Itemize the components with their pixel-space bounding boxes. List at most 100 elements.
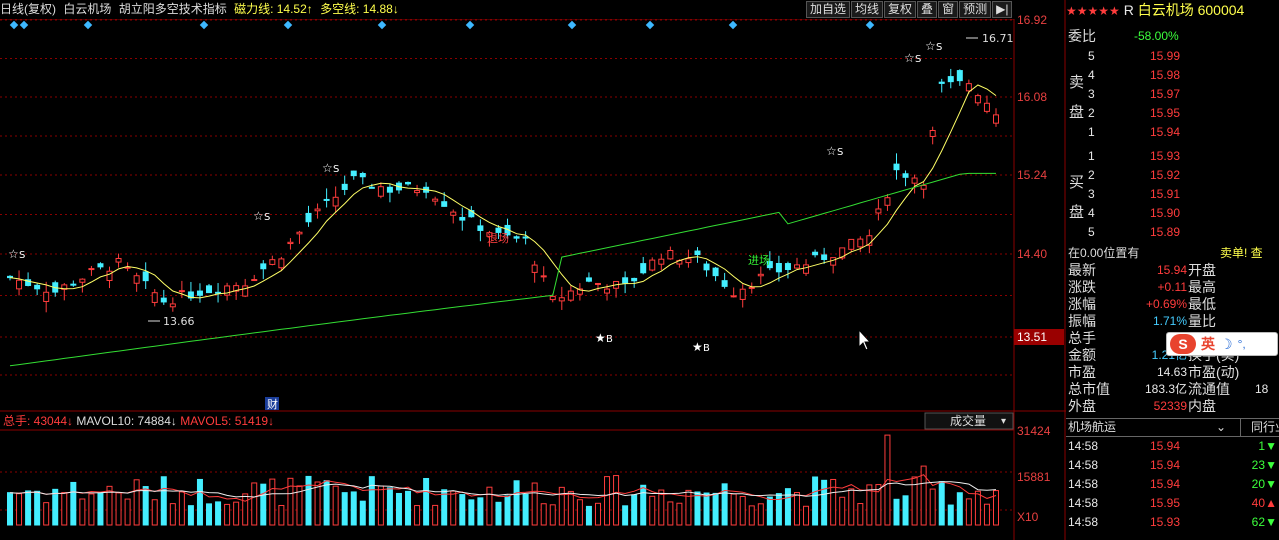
weibi-label: 委比 — [1068, 28, 1096, 44]
volume-bar — [34, 490, 41, 526]
candle-body — [830, 257, 837, 266]
bid-row[interactable]: 5 15.89 — [1066, 224, 1279, 241]
candle-body — [341, 183, 348, 190]
ime-mode[interactable]: 英 — [1201, 334, 1215, 354]
punct-icon[interactable]: °, — [1238, 337, 1246, 351]
rating-stars: ★★★★★ — [1066, 4, 1120, 18]
volume-header-item: 总手: 43044 — [3, 414, 67, 428]
bid-level: 3 — [1088, 187, 1095, 201]
candle-body — [757, 273, 764, 277]
ask-level: 2 — [1088, 106, 1095, 120]
volume-bar — [513, 480, 520, 526]
volume-bar — [341, 492, 348, 526]
volume-bar — [124, 498, 131, 526]
ask-row[interactable]: 1 15.94 — [1066, 124, 1279, 141]
industry-dropdown-icon[interactable]: ⌄ — [1216, 419, 1226, 436]
ask-level: 4 — [1088, 68, 1095, 82]
weibi-row: 委比 -58.00% — [1066, 28, 1279, 45]
volume-bar — [848, 488, 855, 526]
r-mark: R — [1123, 2, 1134, 18]
indicator-name: 胡立阳多空技术指标 — [118, 2, 227, 16]
tick-volume: 62 — [1251, 515, 1265, 529]
bid-level: 5 — [1088, 225, 1095, 239]
candle-body — [848, 238, 855, 250]
ask-row[interactable]: 5 15.99 — [1066, 48, 1279, 65]
volume-header: 总手: 43044↓ MAVOL10: 74884↓ MAVOL5: 51419… — [3, 414, 274, 428]
candle-body — [667, 249, 674, 260]
ime-toolbar[interactable]: S 英 ☽ °, — [1166, 332, 1278, 356]
volume-bar — [604, 476, 611, 526]
candle-body — [983, 102, 990, 112]
arrow-down-icon: ▼ — [1265, 458, 1277, 472]
forecast-button[interactable]: 预测 — [959, 1, 992, 18]
volume-bar — [531, 482, 538, 526]
volume-bar — [703, 492, 710, 526]
ime-logo-icon[interactable]: S — [1170, 334, 1196, 354]
ma-line-button[interactable]: 均线 — [851, 1, 884, 18]
bid-row[interactable]: 1 15.93 — [1066, 148, 1279, 165]
finance-badge-label: 财 — [267, 397, 278, 411]
volume-bar — [459, 494, 466, 526]
tick-row: 14:58 15.95 40 ▲ — [1066, 495, 1279, 512]
candle-body — [594, 282, 601, 285]
kline-chart[interactable]: 16.9216.0815.2414.4013.5113.513142415881… — [0, 0, 1066, 540]
ask-row[interactable]: 4 15.98 — [1066, 67, 1279, 84]
volume-bar — [712, 492, 719, 526]
ask-row[interactable]: 2 15.95 — [1066, 105, 1279, 122]
volume-bar — [857, 503, 864, 526]
ask-row[interactable]: 3 15.97 — [1066, 86, 1279, 103]
candle-body — [640, 263, 647, 274]
arrow-down-icon: ▼ — [1265, 477, 1277, 491]
industry-label[interactable]: 机场航运 — [1068, 420, 1116, 434]
candle-body — [323, 198, 330, 201]
window-button[interactable]: 窗 — [938, 1, 959, 18]
arrow-down-icon: ▼ — [1265, 439, 1277, 453]
candle-body — [278, 258, 285, 269]
add-favorite-button[interactable]: 加自选 — [806, 1, 851, 18]
chart-header: 日线(复权) 白云机场 胡立阳多空技术指标 磁力线: 14.52↑ 多空线: 1… — [0, 0, 1015, 19]
candle-body — [160, 297, 167, 303]
candle-body — [441, 201, 448, 207]
candle-body — [531, 264, 538, 273]
volume-bar — [613, 475, 620, 526]
candle-body — [251, 279, 258, 282]
volume-bar — [766, 496, 773, 526]
candle-body — [567, 290, 574, 301]
sell-signal-label: S — [936, 42, 942, 53]
bid-row[interactable]: 3 15.91 — [1066, 186, 1279, 203]
candle-body — [459, 216, 466, 221]
volume-bar — [965, 498, 972, 526]
ma-short-line — [9, 84, 997, 299]
candle-body — [649, 259, 656, 271]
sell-order-link[interactable]: 卖单! 查 — [1220, 245, 1263, 262]
peer-button[interactable]: 同行业 — [1240, 419, 1279, 436]
volume-bar — [540, 503, 547, 526]
moon-icon[interactable]: ☽ — [1220, 336, 1233, 353]
exit-icon[interactable]: ▶| — [992, 1, 1013, 18]
tick-row: 14:58 15.93 62 ▼ — [1066, 514, 1279, 531]
candle-body — [368, 186, 375, 189]
bid-row[interactable]: 4 15.90 — [1066, 205, 1279, 222]
volume-header-item: ↓ — [268, 414, 274, 428]
candle-body — [477, 225, 484, 231]
tick-time: 14:58 — [1068, 439, 1099, 453]
restore-rights-button[interactable]: 复权 — [884, 1, 917, 18]
tick-row: 14:58 15.94 1 ▼ — [1066, 438, 1279, 455]
ma-long-line — [9, 172, 996, 367]
ask-level: 5 — [1088, 49, 1095, 63]
stock-name: 白云机场 — [63, 2, 112, 16]
volume-bars — [7, 434, 999, 526]
candle-body — [405, 181, 412, 185]
stat-row: 总市值 183.3亿 流通值 — [1066, 381, 1279, 398]
volume-bar — [974, 490, 981, 526]
ask-price: 15.95 — [1150, 106, 1181, 120]
candle-body — [287, 241, 294, 245]
bid-row[interactable]: 2 15.92 — [1066, 167, 1279, 184]
candle-body — [739, 288, 746, 300]
volume-bar — [43, 502, 50, 526]
volume-bar — [368, 476, 375, 526]
overlay-button[interactable]: 叠 — [917, 1, 938, 18]
sell-side-label: 卖盘 — [1069, 74, 1085, 121]
enter-signal-label: 进场 — [748, 253, 770, 267]
volume-bar — [803, 505, 810, 526]
